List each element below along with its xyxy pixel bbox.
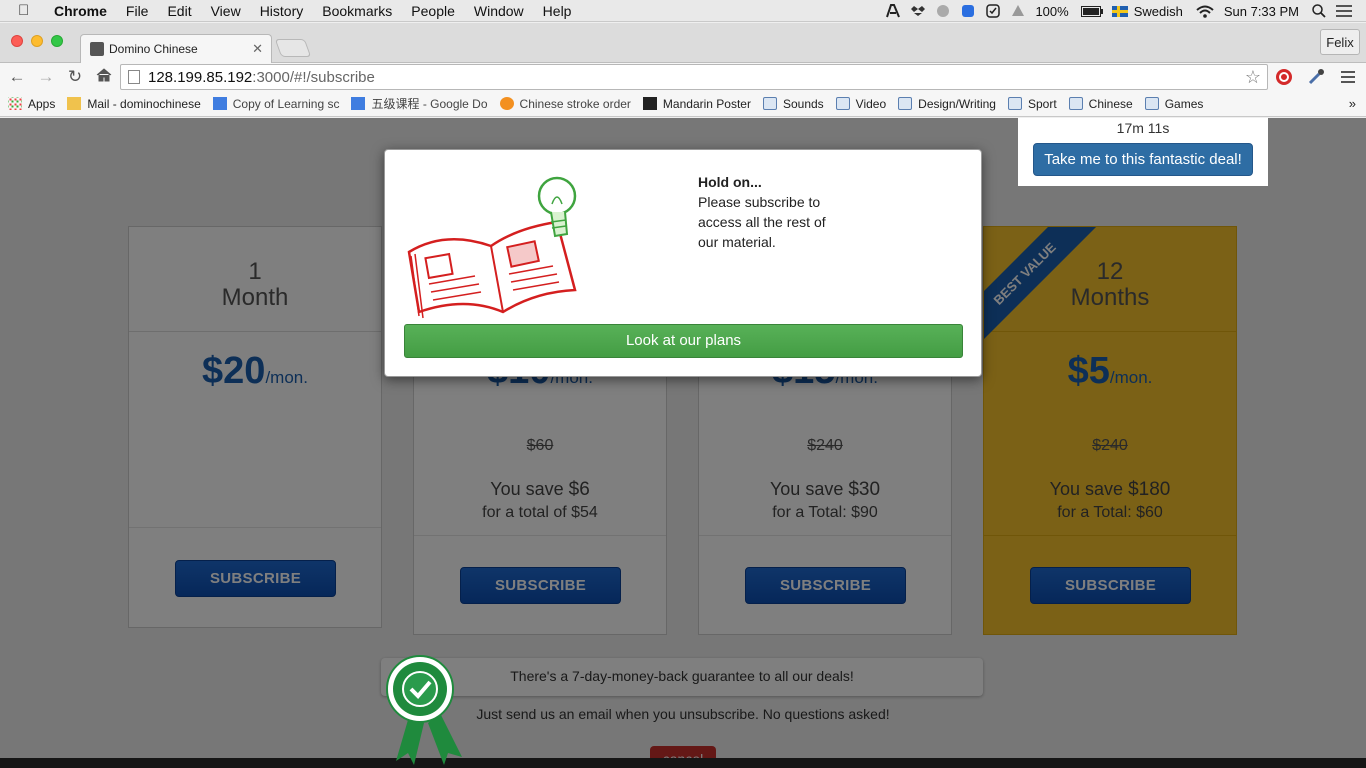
input-language[interactable]: Swedish <box>1134 4 1183 19</box>
bookmark-folder-design[interactable]: Design/Writing <box>898 97 996 111</box>
browser-tab-strip: Domino Chinese ✕ Felix <box>0 23 1366 63</box>
address-bar[interactable]: 128.199.85.192:3000/#!/subscribe ☆ <box>120 64 1268 90</box>
bookmark-apps[interactable]: Apps <box>8 97 55 111</box>
reload-icon[interactable]: ↻ <box>63 67 87 87</box>
modal-message: Hold on... Please subscribe to access al… <box>698 172 848 252</box>
drive-icon[interactable] <box>1010 4 1026 18</box>
stroke-order-icon <box>499 97 514 110</box>
close-window-button[interactable] <box>11 35 23 47</box>
wifi-icon[interactable] <box>1195 4 1215 18</box>
apple-icon[interactable]:  <box>18 2 40 19</box>
tab-favicon-icon <box>90 42 104 56</box>
subscribe-page: 1Month $20/mon. SUBSCRIBE $10/mon. $60 Y… <box>0 118 1366 768</box>
menu-help[interactable]: Help <box>543 3 572 19</box>
bookmark-mail[interactable]: Mail - dominochinese <box>67 97 201 111</box>
menu-history[interactable]: History <box>260 3 304 19</box>
dropbox-icon[interactable] <box>910 4 926 18</box>
menu-bookmarks[interactable]: Bookmarks <box>322 3 392 19</box>
teamviewer-icon[interactable] <box>960 4 976 18</box>
url-host: 128.199.85.192 <box>148 68 253 86</box>
folder-icon <box>898 97 913 110</box>
mail-icon <box>67 97 82 110</box>
home-icon[interactable] <box>92 67 116 87</box>
browser-toolbar: ← → ↻ 128.199.85.192:3000/#!/subscribe ☆ <box>0 63 1366 91</box>
bookmark-folder-games[interactable]: Games <box>1144 97 1203 111</box>
battery-icon[interactable] <box>1080 4 1103 18</box>
subscribe-modal: Hold on... Please subscribe to access al… <box>384 149 982 377</box>
profile-button[interactable]: Felix <box>1320 29 1360 55</box>
bookmark-folder-sport[interactable]: Sport <box>1007 97 1057 111</box>
macos-menubar:  Chrome File Edit View History Bookmark… <box>0 0 1366 22</box>
menu-file[interactable]: File <box>126 3 149 19</box>
guarantee-seal-icon <box>384 653 466 768</box>
spotlight-search-icon[interactable] <box>1311 4 1327 18</box>
chrome-menu-icon[interactable] <box>1339 68 1357 86</box>
menubar-clock[interactable]: Sun 7:33 PM <box>1224 4 1299 19</box>
deal-countdown-timer: 17m 11s <box>1116 120 1170 136</box>
apps-grid-icon <box>8 97 22 110</box>
back-arrow-icon[interactable]: ← <box>5 67 29 87</box>
menu-window[interactable]: Window <box>474 3 524 19</box>
eyedropper-icon[interactable] <box>1307 68 1325 86</box>
deal-countdown-box: 17m 11s Take me to this fantastic deal! <box>1018 118 1268 186</box>
close-tab-icon[interactable]: ✕ <box>252 41 263 57</box>
folder-icon <box>1144 97 1159 110</box>
bookmark-level5-doc[interactable]: 五级课程 - Google Do <box>351 95 488 112</box>
new-tab-button[interactable] <box>274 39 312 57</box>
modal-body: Please subscribe to access all the rest … <box>698 194 826 250</box>
browser-tab[interactable]: Domino Chinese ✕ <box>80 34 272 63</box>
folder-icon <box>1068 97 1083 110</box>
bookmark-folder-chinese[interactable]: Chinese <box>1068 97 1133 111</box>
menu-view[interactable]: View <box>211 3 241 19</box>
menu-app-name[interactable]: Chrome <box>54 3 107 19</box>
tab-title: Domino Chinese <box>109 42 198 56</box>
url-path: :3000/#!/subscribe <box>252 68 375 86</box>
bookmarks-bar: Apps Mail - dominochinese Copy of Learni… <box>0 91 1366 117</box>
nx-icon <box>642 97 657 110</box>
fantastic-deal-button[interactable]: Take me to this fantastic deal! <box>1033 143 1253 176</box>
book-lightbulb-illustration-icon <box>405 172 585 320</box>
notification-center-icon[interactable] <box>1336 4 1352 18</box>
bookmark-mandarin-poster[interactable]: Mandarin Poster <box>642 97 751 111</box>
folder-icon <box>762 97 777 110</box>
forward-arrow-icon[interactable]: → <box>34 67 58 87</box>
google-docs-icon <box>351 97 366 110</box>
bookmark-learning-doc[interactable]: Copy of Learning sc <box>212 97 339 111</box>
swedish-flag-icon[interactable] <box>1111 5 1128 17</box>
minimize-window-button[interactable] <box>31 35 43 47</box>
bookmark-star-icon[interactable]: ☆ <box>1245 67 1261 88</box>
bookmark-folder-video[interactable]: Video <box>835 97 886 111</box>
adobe-icon[interactable] <box>885 4 901 18</box>
menu-edit[interactable]: Edit <box>167 3 191 19</box>
look-at-plans-button[interactable]: Look at our plans <box>404 324 963 358</box>
menu-people[interactable]: People <box>411 3 455 19</box>
page-info-icon[interactable] <box>128 70 140 84</box>
window-controls <box>11 35 71 47</box>
more-bookmarks-chevron-icon[interactable]: » <box>1349 96 1356 111</box>
google-docs-icon <box>212 97 227 110</box>
bookmark-folder-sounds[interactable]: Sounds <box>762 97 824 111</box>
folder-icon <box>835 97 850 110</box>
adblock-icon[interactable] <box>1275 68 1293 86</box>
bookmark-stroke-order[interactable]: Chinese stroke order <box>499 97 631 111</box>
modal-heading: Hold on... <box>698 174 762 190</box>
zoom-window-button[interactable] <box>51 35 63 47</box>
folder-icon <box>1007 97 1022 110</box>
checkmark-icon[interactable] <box>985 4 1001 18</box>
battery-percent: 100% <box>1035 3 1069 19</box>
sync-icon[interactable] <box>935 4 951 18</box>
